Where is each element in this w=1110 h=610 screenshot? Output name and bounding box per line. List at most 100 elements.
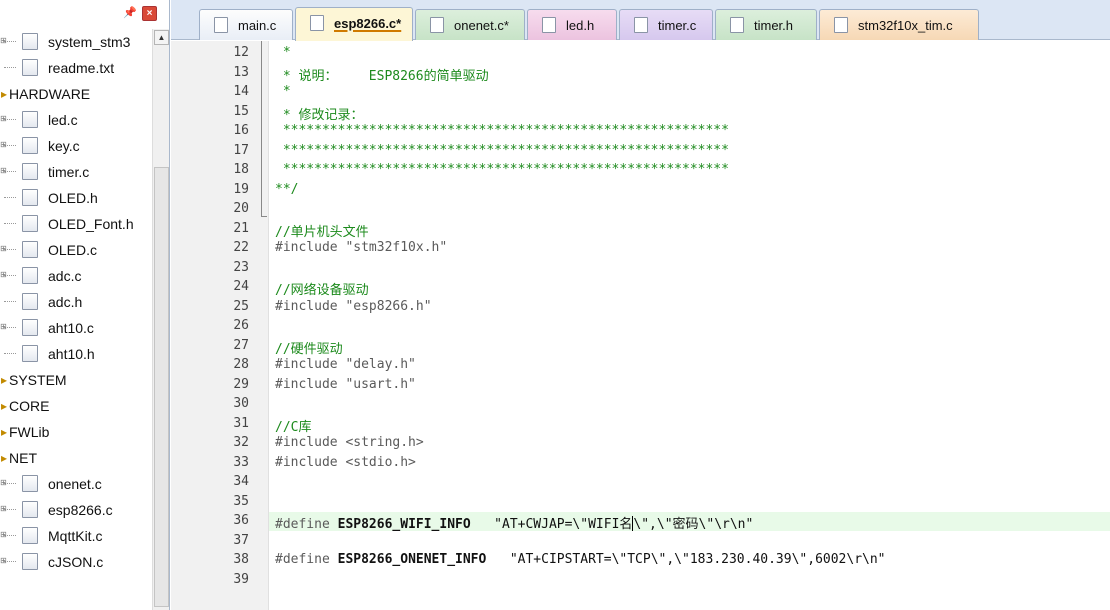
code-line[interactable]: #include "stm32f10x.h" xyxy=(275,240,447,255)
code-line[interactable]: * 修改记录： xyxy=(275,104,364,123)
tree-scrollbar[interactable]: ▲ xyxy=(152,29,169,610)
tab-label: main.c xyxy=(238,18,277,33)
tree-file-item[interactable]: aht10.h xyxy=(0,341,152,367)
pin-icon[interactable]: 📌 xyxy=(123,6,137,19)
code-line[interactable]: * xyxy=(275,45,291,60)
file-icon xyxy=(730,17,744,33)
tree-file-label: timer.c xyxy=(48,164,90,180)
expand-icon[interactable]: ⊞ xyxy=(0,36,7,45)
tree-file-item[interactable]: ⊞ led.c xyxy=(0,107,152,133)
code-editor[interactable]: 12 13 14 15 16 17 18 19 20 21 22 23 24 25 26 27 28 29 30 31… xyxy=(171,41,1110,610)
expand-icon[interactable]: ⊞ xyxy=(0,140,7,149)
expand-icon[interactable]: ⊞ xyxy=(0,478,7,487)
tree-file-label: adc.c xyxy=(48,268,82,284)
tab-timer-h[interactable]: timer.h xyxy=(715,9,817,40)
fold-marker[interactable] xyxy=(261,41,262,216)
file-icon xyxy=(430,17,444,33)
file-icon xyxy=(22,111,38,128)
code-line[interactable]: #include "delay.h" xyxy=(275,357,416,372)
line-number: 26 xyxy=(233,318,249,333)
tree-file-label: OLED_Font.h xyxy=(48,216,134,232)
tab-led-h[interactable]: led.h xyxy=(527,9,617,40)
expand-icon[interactable]: ⊞ xyxy=(0,114,7,123)
tree-file-item[interactable]: adc.h xyxy=(0,289,152,315)
file-icon xyxy=(22,241,38,258)
tree-file-item[interactable]: ⊞ cJSON.c xyxy=(0,549,152,575)
tree-file-item[interactable]: OLED_Font.h xyxy=(0,211,152,237)
code-token-ident: ESP8266_ONENET_INFO xyxy=(337,552,487,567)
code-token-comment: * 说明： ESP8266的简单驱动 xyxy=(275,68,489,84)
tab-label: onenet.c* xyxy=(454,18,509,33)
code-line[interactable]: #define ESP8266_ONENET_INFO "AT+CIPSTART… xyxy=(275,552,886,567)
code-line[interactable]: //硬件驱动 xyxy=(275,338,343,357)
code-token-string: "AT+CIPSTART=\"TCP\",\"183.230.40.39\",6… xyxy=(486,552,886,567)
project-tree-panel: 📌 × ⊞ system_stm3 readme.txt ▸ HARDWARE ⊞ led.… xyxy=(0,0,170,610)
code-area[interactable]: * * 说明： ESP8266的简单驱动 * * 修改记录： *********… xyxy=(269,41,1110,610)
tree-file-label: readme.txt xyxy=(48,60,115,76)
code-line[interactable]: #include "usart.h" xyxy=(275,377,416,392)
code-line[interactable]: //C库 xyxy=(275,416,311,435)
tree-file-item[interactable]: readme.txt xyxy=(0,55,152,81)
tree-group[interactable]: ▸ CORE xyxy=(0,393,152,419)
line-number: 16 xyxy=(233,123,249,138)
folder-marker-icon: ▸ xyxy=(1,399,8,413)
tree-connector-line xyxy=(4,353,16,354)
tree-file-item[interactable]: ⊞ onenet.c xyxy=(0,471,152,497)
code-line[interactable]: #include "esp8266.h" xyxy=(275,299,432,314)
tree-group[interactable]: ▸ SYSTEM xyxy=(0,367,152,393)
tree-group[interactable]: ▸ HARDWARE xyxy=(0,81,152,107)
tree-file-item[interactable]: ⊞ MqttKit.c xyxy=(0,523,152,549)
line-number: 33 xyxy=(233,454,249,470)
expand-icon[interactable]: ⊞ xyxy=(0,556,7,565)
expand-icon[interactable]: ⊞ xyxy=(0,270,7,279)
code-line[interactable]: ****************************************… xyxy=(275,143,729,158)
tab-esp8266-c[interactable]: esp8266.c* xyxy=(295,7,413,41)
expand-icon[interactable]: ⊞ xyxy=(0,166,7,175)
tree-file-label: cJSON.c xyxy=(48,554,104,570)
expand-icon[interactable]: ⊞ xyxy=(0,244,7,253)
code-token-comment: **/ xyxy=(275,181,299,197)
tree-group[interactable]: ▸ FWLib xyxy=(0,419,152,445)
tree-group[interactable]: ▸ NET xyxy=(0,445,152,471)
scroll-up-arrow-icon[interactable]: ▲ xyxy=(154,30,169,45)
tree-file-item[interactable]: OLED.h xyxy=(0,185,152,211)
code-line[interactable]: ****************************************… xyxy=(275,162,729,177)
scroll-thumb[interactable] xyxy=(154,167,169,607)
code-line[interactable]: //单片机头文件 xyxy=(275,221,369,240)
code-token-pre: #include "usart.h" xyxy=(275,376,416,392)
line-number: 39 xyxy=(233,571,249,587)
code-line[interactable]: * 说明： ESP8266的简单驱动 xyxy=(275,65,489,84)
close-icon[interactable]: × xyxy=(142,6,157,21)
line-number: 27 xyxy=(233,337,249,353)
tree-file-item[interactable]: ⊞ system_stm3 xyxy=(0,29,152,55)
expand-icon[interactable]: ⊞ xyxy=(0,530,7,539)
folder-marker-icon: ▸ xyxy=(1,373,8,387)
tree-file-item[interactable]: ⊞ key.c xyxy=(0,133,152,159)
expand-icon[interactable]: ⊞ xyxy=(0,504,7,513)
code-token-comment: //C库 xyxy=(275,419,312,435)
code-token-string: \",\"密码\"\r\n" xyxy=(633,517,754,532)
code-line[interactable]: //网络设备驱动 xyxy=(275,279,369,298)
tab-stm32f10x-tim-c[interactable]: stm32f10x_tim.c xyxy=(819,9,979,40)
tab-timer-c[interactable]: timer.c xyxy=(619,9,713,40)
tab-label: stm32f10x_tim.c xyxy=(858,18,953,33)
expand-icon[interactable]: ⊞ xyxy=(0,322,7,331)
code-line[interactable]: #define ESP8266_WIFI_INFO "AT+CWJAP=\"WI… xyxy=(275,513,753,532)
code-line[interactable]: ****************************************… xyxy=(275,123,729,138)
line-number: 13 xyxy=(233,64,249,80)
tab-main-c[interactable]: main.c xyxy=(199,9,293,40)
tree-file-label: OLED.c xyxy=(48,242,98,258)
code-line[interactable]: **/ xyxy=(275,182,298,197)
code-line[interactable]: * xyxy=(275,84,291,99)
tree-file-item[interactable]: ⊞ aht10.c xyxy=(0,315,152,341)
code-line[interactable]: #include <stdio.h> xyxy=(275,455,416,470)
code-line[interactable]: #include <string.h> xyxy=(275,435,424,450)
file-icon xyxy=(22,59,38,76)
tree-file-item[interactable]: ⊞ esp8266.c xyxy=(0,497,152,523)
tree-file-item[interactable]: ⊞ adc.c xyxy=(0,263,152,289)
tab-onenet-c[interactable]: onenet.c* xyxy=(415,9,525,40)
tree-file-item[interactable]: ⊞ OLED.c xyxy=(0,237,152,263)
editor-tab-bar: main.c esp8266.c* onenet.c* led.h timer.c tim… xyxy=(171,0,1110,41)
code-token-comment: //网络设备驱动 xyxy=(275,283,369,298)
tree-file-item[interactable]: ⊞ timer.c xyxy=(0,159,152,185)
